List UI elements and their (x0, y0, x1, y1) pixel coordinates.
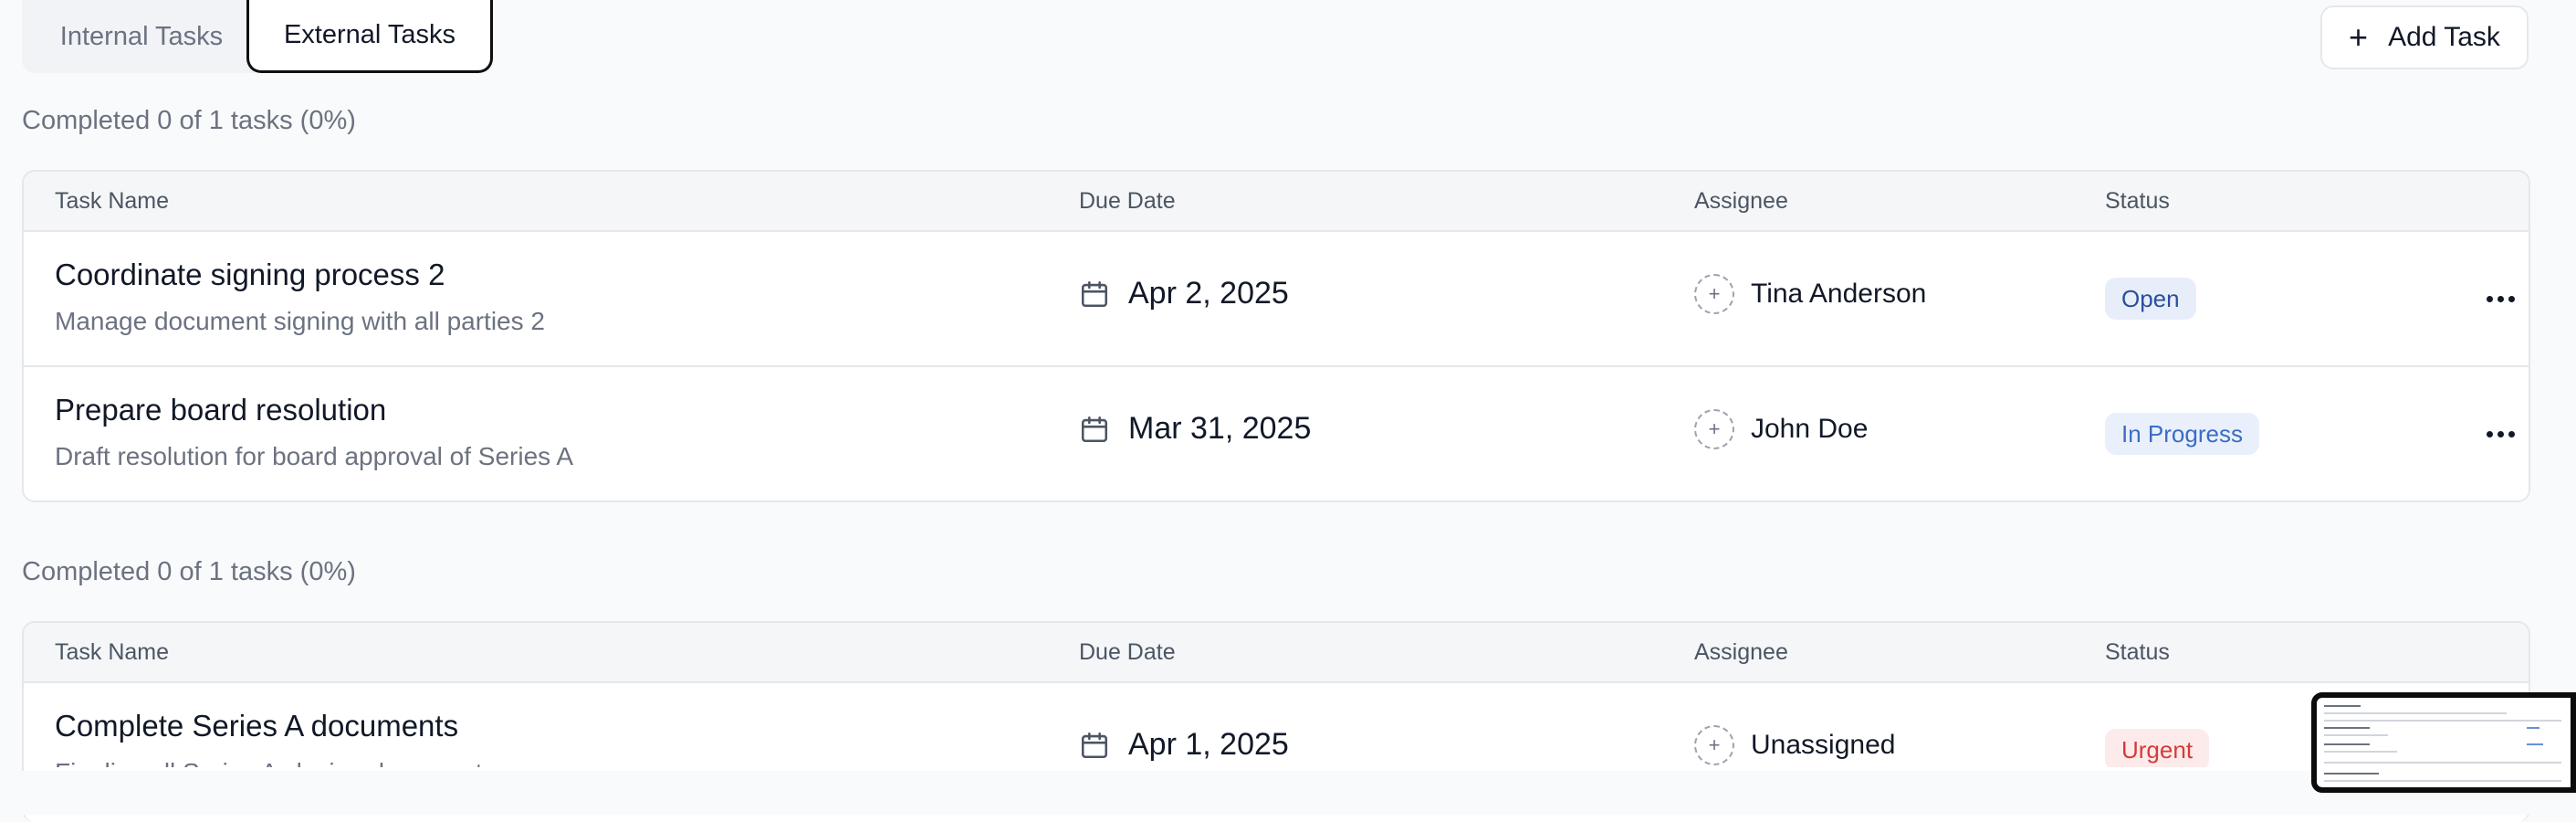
plus-icon: + (2349, 18, 2369, 56)
more-horizontal-icon[interactable] (2477, 281, 2523, 316)
calendar-icon (1081, 416, 1108, 442)
table-header: Task Name Due Date Assignee Status (24, 623, 2529, 681)
table-header: Task Name Due Date Assignee Status (24, 172, 2529, 230)
calendar-icon (1081, 732, 1108, 758)
assignee[interactable]: + John Doe (1694, 409, 1868, 449)
add-assignee-icon[interactable]: + (1694, 274, 1734, 314)
task-title[interactable]: Prepare board resolution (55, 393, 386, 427)
column-status[interactable]: Status (2105, 188, 2170, 215)
due-date-text: Apr 2, 2025 (1128, 276, 1289, 311)
add-assignee-icon[interactable]: + (1694, 409, 1734, 449)
due-date[interactable]: Mar 31, 2025 (1079, 411, 1311, 447)
calendar-icon (1081, 280, 1108, 307)
more-horizontal-icon[interactable] (2477, 416, 2523, 451)
add-task-label: Add Task (2388, 22, 2500, 52)
column-task-name[interactable]: Task Name (55, 639, 169, 666)
column-assignee[interactable]: Assignee (1694, 188, 1788, 215)
column-task-name[interactable]: Task Name (55, 188, 169, 215)
status-badge[interactable]: Urgent (2105, 729, 2210, 767)
tab-external-tasks[interactable]: External Tasks (246, 0, 493, 73)
table-row[interactable]: Coordinate signing process 2 Manage docu… (24, 230, 2529, 365)
due-date[interactable]: Apr 1, 2025 (1079, 727, 1289, 763)
add-task-button[interactable]: + Add Task (2320, 5, 2529, 69)
task-title[interactable]: Coordinate signing process 2 (55, 258, 445, 292)
task-description: Finalize all Series A closing documents (55, 758, 495, 767)
tab-internal-tasks[interactable]: Internal Tasks (22, 0, 261, 73)
task-tabs: Internal Tasks External Tasks (22, 0, 493, 73)
assignee[interactable]: + Unassigned (1694, 725, 1895, 765)
task-description: Manage document signing with all parties… (55, 307, 545, 335)
due-date[interactable]: Apr 2, 2025 (1079, 276, 1289, 311)
task-table: Task Name Due Date Assignee Status Coord… (22, 170, 2530, 502)
status-badge[interactable]: Open (2105, 278, 2196, 320)
page-thumbnail-preview[interactable] (2311, 692, 2576, 793)
table-row[interactable]: Complete Series A documents Finalize all… (24, 681, 2529, 767)
page-footer-area (0, 771, 2576, 815)
add-assignee-icon[interactable]: + (1694, 725, 1734, 765)
column-assignee[interactable]: Assignee (1694, 639, 1788, 666)
assignee-name: John Doe (1751, 414, 1869, 444)
assignee-name: Tina Anderson (1751, 279, 1927, 309)
task-description: Draft resolution for board approval of S… (55, 442, 574, 470)
completion-summary: Completed 0 of 1 tasks (0%) (22, 106, 356, 135)
status-badge[interactable]: In Progress (2105, 413, 2259, 455)
column-due-date[interactable]: Due Date (1079, 188, 1176, 215)
assignee-name: Unassigned (1751, 730, 1896, 760)
column-status[interactable]: Status (2105, 639, 2170, 666)
due-date-text: Apr 1, 2025 (1128, 727, 1289, 762)
assignee[interactable]: + Tina Anderson (1694, 274, 1926, 314)
due-date-text: Mar 31, 2025 (1128, 411, 1312, 446)
completion-summary: Completed 0 of 1 tasks (0%) (22, 557, 356, 586)
table-row[interactable]: Prepare board resolution Draft resolutio… (24, 365, 2529, 501)
task-title[interactable]: Complete Series A documents (55, 709, 458, 743)
column-due-date[interactable]: Due Date (1079, 639, 1176, 666)
